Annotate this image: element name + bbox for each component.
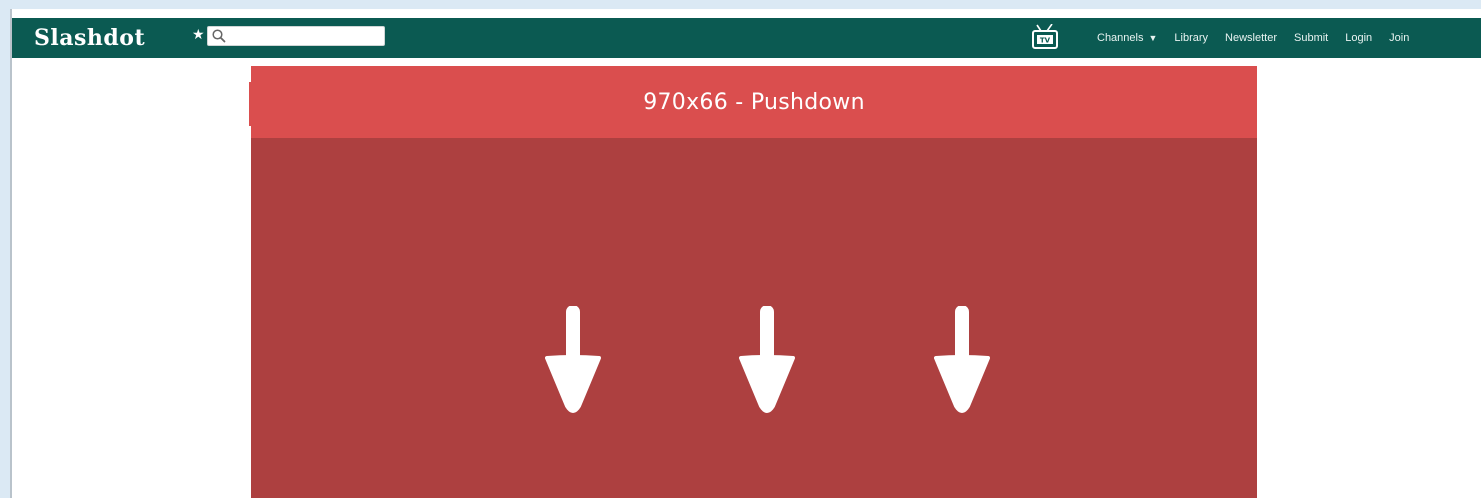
down-arrow-icon: [739, 306, 795, 413]
down-arrow-icon: [934, 306, 990, 413]
nav-join[interactable]: Join: [1389, 32, 1409, 44]
star-icon[interactable]: ★: [192, 27, 205, 41]
tv-icon[interactable]: TV: [1030, 24, 1060, 50]
top-navbar: Slashdot ★ TV Channels ▼ Library Newslett…: [12, 18, 1481, 58]
nav-channels[interactable]: Channels ▼: [1097, 32, 1157, 44]
nav-library[interactable]: Library: [1174, 32, 1208, 44]
down-arrow-icon: [545, 306, 601, 413]
nav-login[interactable]: Login: [1345, 32, 1372, 44]
chevron-down-icon: ▼: [1148, 33, 1158, 43]
search-input[interactable]: [207, 26, 385, 46]
nav-submit[interactable]: Submit: [1294, 32, 1328, 44]
search-icon: [212, 29, 226, 43]
nav-links: Channels ▼ Library Newsletter Submit Logi…: [1097, 18, 1409, 58]
nav-channels-label: Channels: [1097, 32, 1144, 44]
nav-newsletter[interactable]: Newsletter: [1225, 32, 1277, 44]
pushdown-ad[interactable]: 970x66 - Pushdown: [251, 66, 1257, 498]
ad-header: 970x66 - Pushdown: [251, 66, 1257, 138]
svg-text:TV: TV: [1040, 36, 1051, 44]
site-logo[interactable]: Slashdot: [34, 24, 145, 52]
